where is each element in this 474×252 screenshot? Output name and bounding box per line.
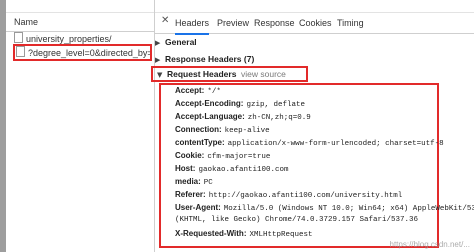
header-row-accept: Accept: */* bbox=[175, 86, 221, 96]
section-label: Response Headers (7) bbox=[165, 54, 255, 64]
header-row-x-requested-with: X-Requested-With: XMLHttpRequest bbox=[175, 229, 313, 239]
header-row-user-agent-continued: (KHTML, like Gecko) Chrome/74.0.3729.157… bbox=[175, 216, 419, 224]
tab-cookies[interactable]: Cookies bbox=[299, 16, 332, 30]
response-headers-section-header[interactable]: ▶ Response Headers (7) bbox=[155, 52, 254, 66]
general-section-header[interactable]: ▶ General bbox=[155, 35, 197, 49]
header-key: Connection: bbox=[175, 125, 222, 134]
view-source-link[interactable]: view source bbox=[241, 68, 286, 80]
request-headers-list: Accept: */* Accept-Encoding: gzip, deflate… bbox=[159, 83, 474, 248]
request-details-pane: ✕ Headers Preview Response Cookies Timin… bbox=[151, 0, 474, 252]
header-row-accept-encoding: Accept-Encoding: gzip, deflate bbox=[175, 99, 305, 109]
expanded-triangle-icon: ▼ bbox=[157, 71, 163, 79]
header-key: Accept-Language: bbox=[175, 112, 245, 121]
header-value: gzip, deflate bbox=[246, 101, 305, 109]
header-row-referer: Referer: http://gaokao.afanti100.com/univ… bbox=[175, 190, 402, 200]
header-key: Cookie: bbox=[175, 151, 205, 160]
header-key: media: bbox=[175, 177, 201, 186]
request-list-pane: Name university_properties/ ?degree_leve… bbox=[0, 0, 155, 252]
header-value: cfm-major=true bbox=[207, 153, 271, 161]
tab-preview[interactable]: Preview bbox=[217, 16, 249, 30]
request-item-label: ?degree_level=0&directed_by=0&u... bbox=[28, 48, 150, 58]
header-value: XMLHttpRequest bbox=[249, 231, 313, 239]
header-key: Accept-Encoding: bbox=[175, 99, 244, 108]
header-row-media: media: PC bbox=[175, 177, 213, 187]
request-item-label: university_properties/ bbox=[26, 34, 112, 44]
header-value: zh-CN,zh;q=0.9 bbox=[247, 114, 311, 122]
header-key: X-Requested-With: bbox=[175, 229, 247, 238]
header-key: Referer: bbox=[175, 190, 206, 199]
section-label: Request Headers bbox=[167, 69, 237, 79]
close-icon[interactable]: ✕ bbox=[161, 15, 169, 26]
tab-headers[interactable]: Headers bbox=[175, 16, 210, 35]
header-value: http://gaokao.afanti100.com/university.h… bbox=[208, 192, 403, 200]
header-row-connection: Connection: keep-alive bbox=[175, 125, 270, 135]
header-row-accept-language: Accept-Language: zh-CN,zh;q=0.9 bbox=[175, 112, 311, 122]
header-key: Accept: bbox=[175, 86, 205, 95]
section-label: General bbox=[165, 37, 197, 47]
header-key: contentType: bbox=[175, 138, 225, 147]
header-key: User-Agent: bbox=[175, 203, 221, 212]
file-icon bbox=[14, 32, 23, 43]
header-value: keep-alive bbox=[224, 127, 270, 135]
watermark: https://blog.csdn.net/... bbox=[389, 240, 471, 249]
header-row-user-agent: User-Agent: Mozilla/5.0 (Windows NT 10.0;… bbox=[175, 203, 474, 213]
name-column-header[interactable]: Name bbox=[6, 12, 154, 32]
request-item-query[interactable]: ?degree_level=0&directed_by=0&u... bbox=[13, 44, 152, 61]
header-value: PC bbox=[203, 179, 213, 187]
collapsed-triangle-icon: ▶ bbox=[155, 56, 161, 64]
tab-response[interactable]: Response bbox=[254, 16, 295, 30]
header-row-content-type: contentType: application/x-www-form-urlen… bbox=[175, 138, 444, 148]
request-headers-section-header[interactable]: ▼ Request Headers view source bbox=[151, 66, 308, 82]
header-row-cookie: Cookie: cfm-major=true bbox=[175, 151, 270, 161]
details-tabbar: ✕ Headers Preview Response Cookies Timin… bbox=[155, 12, 474, 35]
header-key: Host: bbox=[175, 164, 196, 173]
header-value: application/x-www-form-urlencoded; chars… bbox=[227, 140, 444, 148]
collapsed-triangle-icon: ▶ bbox=[155, 39, 161, 47]
header-value: gaokao.afanti100.com bbox=[198, 166, 289, 174]
header-value: */* bbox=[207, 88, 221, 96]
left-scroll-strip bbox=[0, 0, 6, 252]
tab-timing[interactable]: Timing bbox=[337, 16, 364, 30]
header-row-host: Host: gaokao.afanti100.com bbox=[175, 164, 288, 174]
header-value: Mozilla/5.0 (Windows NT 10.0; Win64; x64… bbox=[223, 205, 474, 213]
file-icon bbox=[16, 46, 25, 57]
